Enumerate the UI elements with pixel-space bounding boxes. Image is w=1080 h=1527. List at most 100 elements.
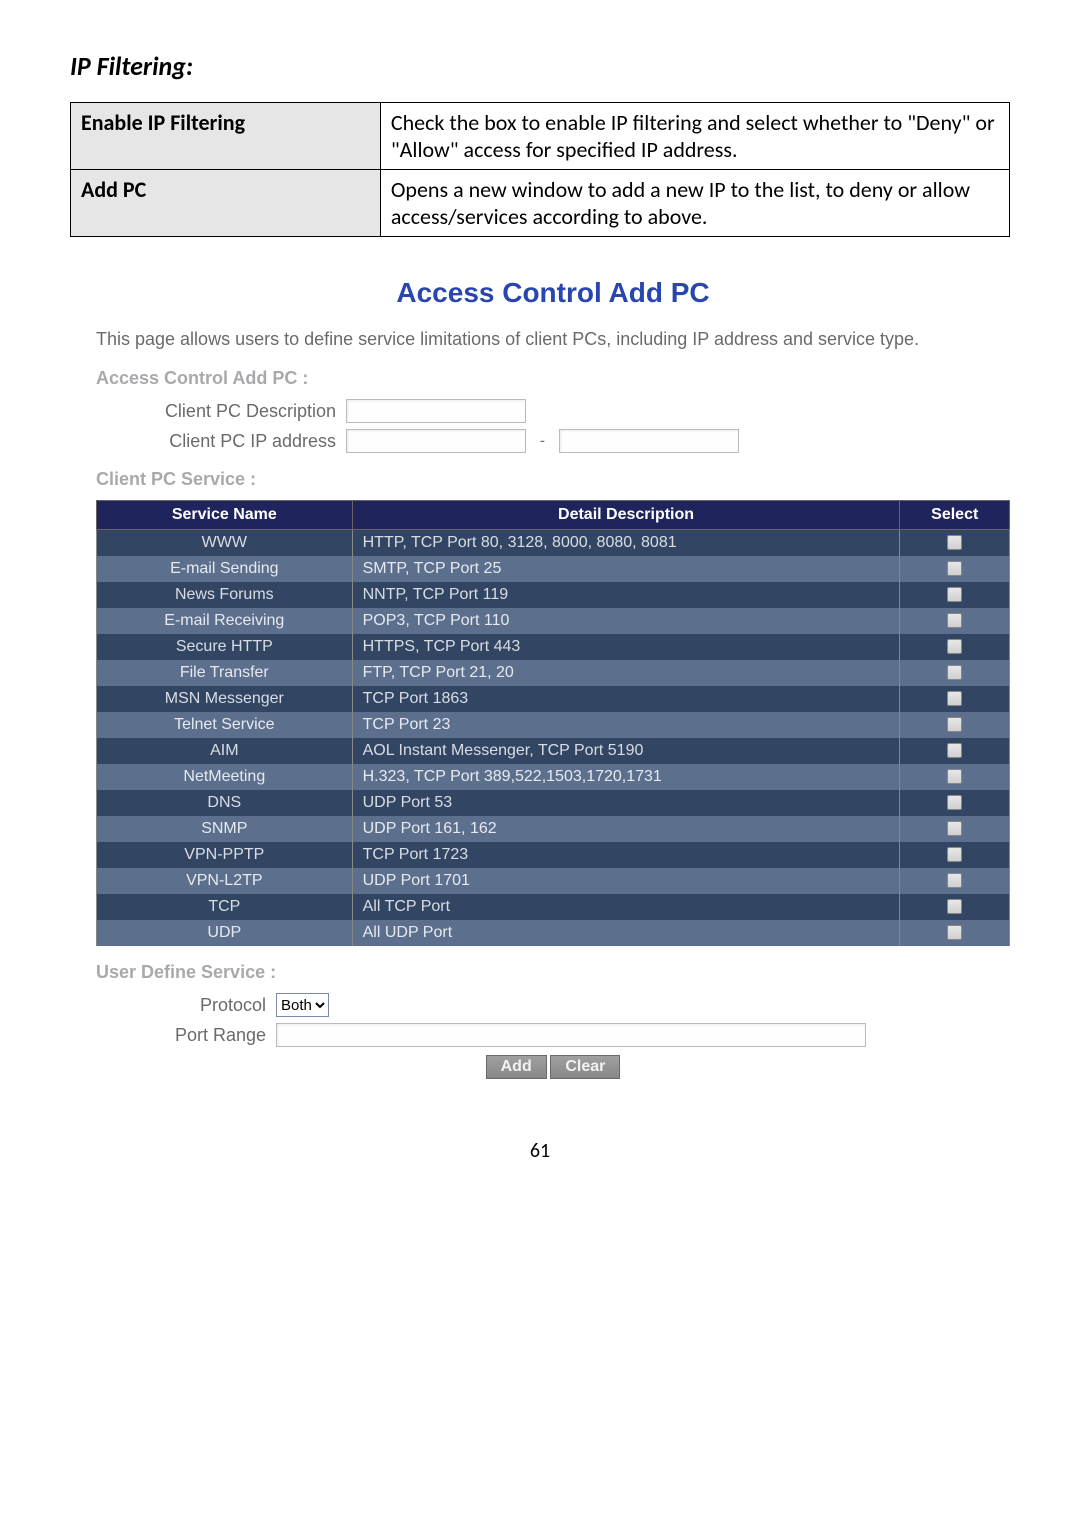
service-name: Telnet Service bbox=[97, 712, 353, 738]
service-desc: All UDP Port bbox=[352, 920, 900, 946]
service-desc: NNTP, TCP Port 119 bbox=[352, 582, 900, 608]
clear-button[interactable]: Clear bbox=[550, 1055, 620, 1079]
service-checkbox[interactable] bbox=[947, 665, 962, 680]
service-desc: UDP Port 53 bbox=[352, 790, 900, 816]
service-name: SNMP bbox=[97, 816, 353, 842]
service-name: UDP bbox=[97, 920, 353, 946]
protocol-select[interactable]: Both bbox=[276, 993, 329, 1017]
service-checkbox[interactable] bbox=[947, 769, 962, 784]
section-access-control: Access Control Add PC : bbox=[96, 368, 1010, 389]
service-select-cell bbox=[900, 530, 1010, 557]
service-row: E-mail ReceivingPOP3, TCP Port 110 bbox=[97, 608, 1010, 634]
add-button[interactable]: Add bbox=[486, 1055, 547, 1079]
service-select-cell bbox=[900, 608, 1010, 634]
service-row: TCPAll TCP Port bbox=[97, 894, 1010, 920]
service-row: News ForumsNNTP, TCP Port 119 bbox=[97, 582, 1010, 608]
service-desc: UDP Port 1701 bbox=[352, 868, 900, 894]
service-row: UDPAll UDP Port bbox=[97, 920, 1010, 946]
service-row: NetMeetingH.323, TCP Port 389,522,1503,1… bbox=[97, 764, 1010, 790]
service-name: NetMeeting bbox=[97, 764, 353, 790]
service-checkbox[interactable] bbox=[947, 743, 962, 758]
service-name: WWW bbox=[97, 530, 353, 557]
client-pc-ip-start-input[interactable] bbox=[346, 429, 526, 453]
service-table: Service Name Detail Description Select W… bbox=[96, 500, 1010, 946]
service-row: WWWHTTP, TCP Port 80, 3128, 8000, 8080, … bbox=[97, 530, 1010, 557]
service-select-cell bbox=[900, 894, 1010, 920]
service-select-cell bbox=[900, 660, 1010, 686]
term-enable-ip-filtering: Enable IP Filtering bbox=[71, 103, 381, 170]
service-name: E-mail Sending bbox=[97, 556, 353, 582]
service-select-cell bbox=[900, 764, 1010, 790]
service-row: AIMAOL Instant Messenger, TCP Port 5190 bbox=[97, 738, 1010, 764]
service-row: VPN-PPTPTCP Port 1723 bbox=[97, 842, 1010, 868]
service-row: SNMPUDP Port 161, 162 bbox=[97, 816, 1010, 842]
service-row: Telnet ServiceTCP Port 23 bbox=[97, 712, 1010, 738]
service-row: E-mail SendingSMTP, TCP Port 25 bbox=[97, 556, 1010, 582]
service-checkbox[interactable] bbox=[947, 717, 962, 732]
service-name: VPN-PPTP bbox=[97, 842, 353, 868]
label-client-pc-description: Client PC Description bbox=[96, 401, 336, 422]
label-protocol: Protocol bbox=[96, 995, 266, 1016]
service-select-cell bbox=[900, 738, 1010, 764]
th-detail-description: Detail Description bbox=[352, 501, 900, 530]
service-desc: HTTP, TCP Port 80, 3128, 8000, 8080, 808… bbox=[352, 530, 900, 557]
service-checkbox[interactable] bbox=[947, 925, 962, 940]
service-checkbox[interactable] bbox=[947, 873, 962, 888]
ip-range-dash: - bbox=[540, 432, 545, 451]
service-name: TCP bbox=[97, 894, 353, 920]
service-desc: FTP, TCP Port 21, 20 bbox=[352, 660, 900, 686]
service-checkbox[interactable] bbox=[947, 535, 962, 550]
service-row: Secure HTTPHTTPS, TCP Port 443 bbox=[97, 634, 1010, 660]
service-desc: UDP Port 161, 162 bbox=[352, 816, 900, 842]
th-service-name: Service Name bbox=[97, 501, 353, 530]
service-name: File Transfer bbox=[97, 660, 353, 686]
service-name: Secure HTTP bbox=[97, 634, 353, 660]
service-checkbox[interactable] bbox=[947, 795, 962, 810]
service-name: E-mail Receiving bbox=[97, 608, 353, 634]
service-select-cell bbox=[900, 868, 1010, 894]
service-select-cell bbox=[900, 712, 1010, 738]
service-checkbox[interactable] bbox=[947, 847, 962, 862]
label-client-pc-ip: Client PC IP address bbox=[96, 431, 336, 452]
service-checkbox[interactable] bbox=[947, 587, 962, 602]
client-pc-description-input[interactable] bbox=[346, 399, 526, 423]
panel-title: Access Control Add PC bbox=[96, 277, 1010, 309]
service-select-cell bbox=[900, 634, 1010, 660]
page-number: 61 bbox=[70, 1139, 1010, 1163]
term-add-pc: Add PC bbox=[71, 170, 381, 237]
service-checkbox[interactable] bbox=[947, 821, 962, 836]
service-select-cell bbox=[900, 920, 1010, 946]
ip-filtering-table: Enable IP Filtering Check the box to ena… bbox=[70, 102, 1010, 237]
service-desc: H.323, TCP Port 389,522,1503,1720,1731 bbox=[352, 764, 900, 790]
service-checkbox[interactable] bbox=[947, 561, 962, 576]
desc-enable-ip-filtering: Check the box to enable IP filtering and… bbox=[380, 103, 1009, 170]
th-select: Select bbox=[900, 501, 1010, 530]
service-select-cell bbox=[900, 816, 1010, 842]
service-row: DNSUDP Port 53 bbox=[97, 790, 1010, 816]
service-row: File TransferFTP, TCP Port 21, 20 bbox=[97, 660, 1010, 686]
service-row: VPN-L2TPUDP Port 1701 bbox=[97, 868, 1010, 894]
service-desc: SMTP, TCP Port 25 bbox=[352, 556, 900, 582]
service-checkbox[interactable] bbox=[947, 899, 962, 914]
service-desc: POP3, TCP Port 110 bbox=[352, 608, 900, 634]
service-select-cell bbox=[900, 686, 1010, 712]
service-checkbox[interactable] bbox=[947, 691, 962, 706]
panel-description: This page allows users to define service… bbox=[96, 329, 1010, 350]
service-row: MSN MessengerTCP Port 1863 bbox=[97, 686, 1010, 712]
service-select-cell bbox=[900, 582, 1010, 608]
service-name: MSN Messenger bbox=[97, 686, 353, 712]
desc-add-pc: Opens a new window to add a new IP to th… bbox=[380, 170, 1009, 237]
label-port-range: Port Range bbox=[96, 1025, 266, 1046]
client-pc-ip-end-input[interactable] bbox=[559, 429, 739, 453]
section-client-pc-service: Client PC Service : bbox=[96, 469, 1010, 490]
port-range-input[interactable] bbox=[276, 1023, 866, 1047]
service-select-cell bbox=[900, 790, 1010, 816]
service-name: AIM bbox=[97, 738, 353, 764]
service-name: News Forums bbox=[97, 582, 353, 608]
service-select-cell bbox=[900, 556, 1010, 582]
service-name: VPN-L2TP bbox=[97, 868, 353, 894]
service-checkbox[interactable] bbox=[947, 613, 962, 628]
section-user-define-service: User Define Service : bbox=[96, 962, 1010, 983]
service-desc: HTTPS, TCP Port 443 bbox=[352, 634, 900, 660]
service-checkbox[interactable] bbox=[947, 639, 962, 654]
